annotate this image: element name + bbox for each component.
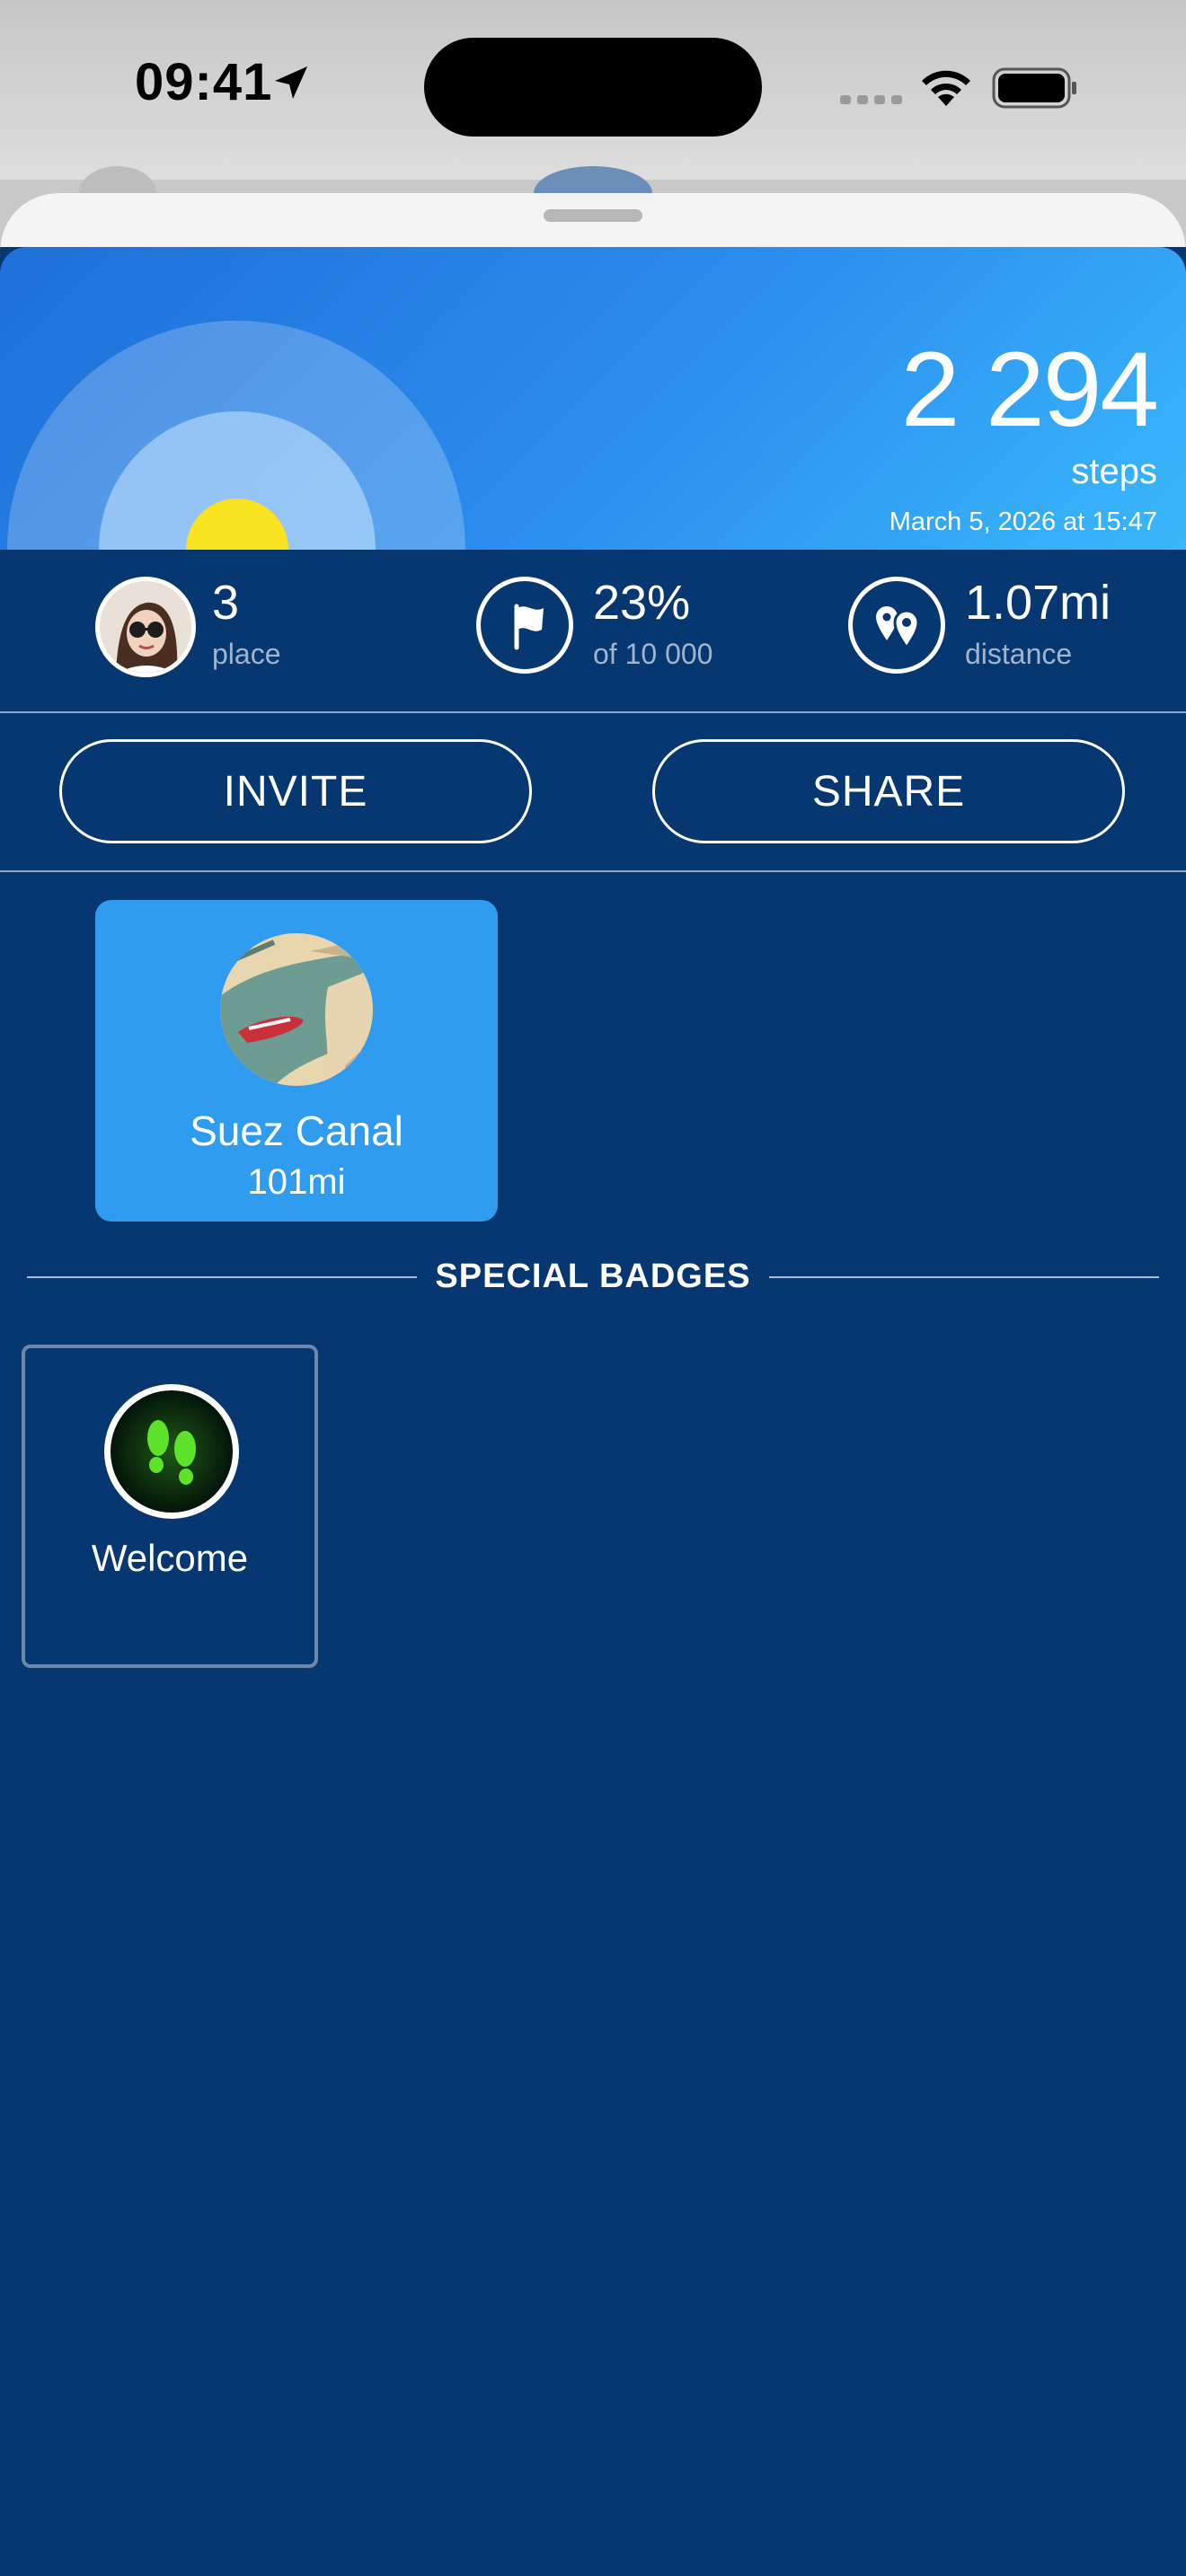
- wifi-icon: [922, 70, 970, 106]
- place-value: 3: [212, 576, 240, 630]
- special-badges-header: SPECIAL BADGES: [27, 1251, 1159, 1301]
- cellular-signal-icon: [840, 95, 902, 104]
- divider: [0, 870, 1186, 872]
- share-button[interactable]: SHARE: [652, 739, 1125, 843]
- sheet-grabber[interactable]: [544, 209, 642, 222]
- route-distance: 101mi: [247, 1162, 346, 1202]
- battery-icon: [992, 67, 1076, 109]
- invite-button[interactable]: INVITE: [59, 739, 532, 843]
- status-bar: 09:41: [0, 0, 1186, 220]
- sheet-header: [0, 193, 1186, 247]
- bottom-sheet: 2 294 steps March 5, 2026 at 15:47 3 pla…: [0, 193, 1186, 2576]
- route-name: Suez Canal: [190, 1107, 403, 1154]
- distance-value: 1.07mi: [965, 576, 1111, 630]
- location-arrow-icon: [275, 66, 307, 99]
- route-image: [220, 933, 373, 1086]
- steps-hero: 2 294 steps March 5, 2026 at 15:47: [0, 247, 1186, 550]
- goal-label: of 10 000: [593, 638, 713, 670]
- steps-timestamp: March 5, 2026 at 15:47: [889, 507, 1157, 536]
- divider: [0, 711, 1186, 713]
- flag-icon: [476, 577, 573, 674]
- distance-label: distance: [965, 638, 1073, 670]
- status-time: 09:41: [135, 53, 273, 111]
- badge-name: Welcome: [91, 1537, 249, 1579]
- stats-row: 3 place 23% of 10 000 1.07mi distance: [0, 550, 1186, 711]
- footprints-icon: [104, 1384, 239, 1519]
- badge-card[interactable]: Welcome: [22, 1345, 318, 1668]
- user-photo: [100, 581, 191, 673]
- route-card[interactable]: Suez Canal 101mi: [95, 900, 498, 1222]
- dynamic-island: [424, 38, 762, 137]
- steps-count: 2 294: [900, 331, 1159, 449]
- map-pins-icon: [848, 577, 945, 674]
- goal-percent: 23%: [593, 576, 691, 630]
- place-label: place: [212, 638, 281, 670]
- avatar: [95, 577, 196, 677]
- steps-unit: steps: [1071, 452, 1157, 491]
- section-title: SPECIAL BADGES: [435, 1257, 751, 1295]
